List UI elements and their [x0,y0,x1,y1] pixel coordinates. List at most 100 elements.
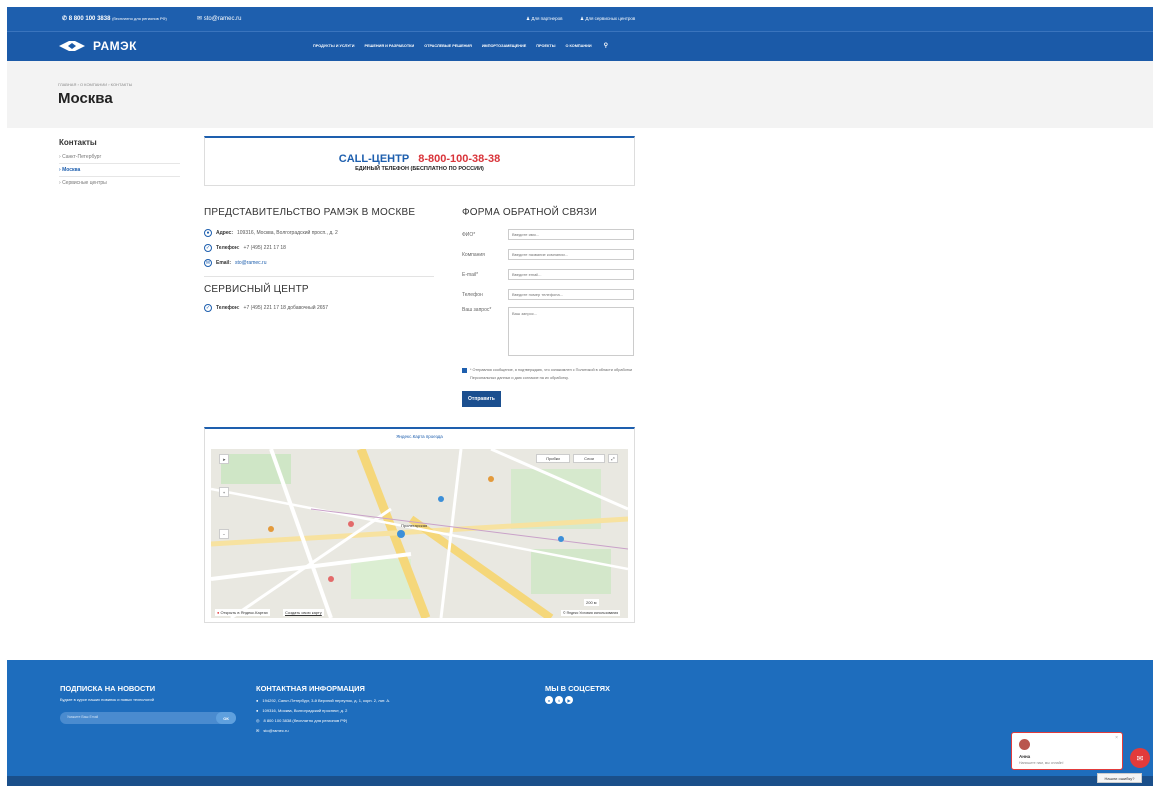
mail-icon: ✉ [256,728,260,733]
top-contact-bar: ✆ 8 800 100 3838 (бесплатно для регионов… [7,7,1153,31]
social-title: МЫ В СОЦСЕТЯХ [545,684,611,693]
map-box: Яндекс.Карта проезда ➤ + − Пробки Слои ⤢… [204,427,635,623]
sidebar-item-service-centers[interactable]: › Сервисные центры [59,177,180,189]
breadcrumb-contacts: КОНТАКТЫ [110,82,133,87]
footer-email[interactable]: ✉ sto@ramec.ru [256,728,390,733]
user-icon: ♟ [580,16,585,21]
newsletter-submit-button[interactable]: ОК [216,712,236,724]
office-address: ● Адрес: 109316, Москва, Волгоградский п… [204,229,434,237]
footer-phone[interactable]: ◎ 8 800 100 3838 (бесплатно для регионов … [256,718,390,723]
pin-icon: ● [256,698,259,703]
page-header: ГЛАВНАЯ › О КОМПАНИИ › КОНТАКТЫ Москва [7,61,1153,128]
office-title: ПРЕДСТАВИТЕЛЬСТВО РАМЭК В МОСКВЕ [204,207,416,218]
divider [204,276,434,277]
map-image [211,449,628,618]
create-map-link[interactable]: Создать свою карту [283,609,324,616]
footer-address-spb: ● 194292, Санкт-Петербург, 3-й Верхний пе… [256,698,391,703]
sidebar-item-spb[interactable]: › Санкт-Петербург [59,151,180,164]
pin-icon: ● [217,610,220,615]
nav-industry[interactable]: ОТРАСЛЕВЫЕ РЕШЕНИЯ [424,44,472,49]
top-phone[interactable]: ✆ 8 800 100 3838 (бесплатно для регионов… [62,15,167,22]
nav-solutions[interactable]: РЕШЕНИЯ И РАЗРАБОТКИ [364,44,414,49]
chat-message: Напишите нам, мы онлайн! [1019,761,1064,765]
mail-icon: ✉ [204,259,212,267]
main-navbar: РАМЭК ПРОДУКТЫ И УСЛУГИ РЕШЕНИЯ И РАЗРАБ… [7,31,1153,61]
form-title: ФОРМА ОБРАТНОЙ СВЯЗИ [462,207,598,218]
email-label: E-mail* [462,271,479,278]
whatsapp-icon: ◎ [256,718,260,723]
avatar [1019,739,1030,750]
request-textarea[interactable] [508,307,634,356]
phone-icon: ✓ [204,304,212,312]
footer-address-msk: ● 109316, Москва, Волгоградский проспект,… [256,708,348,713]
phone-label: Телефон [462,291,483,298]
request-label: Ваш запрос* [462,307,492,313]
zoom-out-button[interactable]: − [219,529,229,539]
layers-button[interactable]: Слои [573,454,605,463]
newsletter-title: ПОДПИСКА НА НОВОСТИ [60,684,156,693]
nav-products[interactable]: ПРОДУКТЫ И УСЛУГИ [313,44,354,49]
nav-about[interactable]: О КОМПАНИИ [565,44,591,49]
vk-icon[interactable]: v [545,696,553,704]
zoom-in-button[interactable]: + [219,487,229,497]
fio-input[interactable] [508,229,634,240]
chat-agent-name: Анна [1019,754,1031,759]
metro-label: Пролетарская [401,523,428,528]
pin-icon: ● [256,708,259,713]
consent-checkbox[interactable] [462,368,467,373]
traffic-button[interactable]: Пробки [536,454,570,463]
nav-projects[interactable]: ПРОЕКТЫ [536,44,555,49]
office-phone: ✓ Телефон: +7 (495) 221 17 18 [204,244,286,252]
brand-name: РАМЭК [93,39,137,53]
yandex-map[interactable]: ➤ + − Пробки Слои ⤢ Пролетарская ● Откры… [211,449,628,618]
phone-field[interactable] [508,289,634,300]
company-label: Компания [462,251,485,258]
sidebar-item-moscow[interactable]: › Москва [59,164,180,177]
callcenter-subtitle: ЕДИНЫЙ ТЕЛЕФОН (БЕСПЛАТНО ПО РОССИИ) [355,166,484,172]
chat-icon[interactable]: ✉ [1130,748,1150,768]
map-terms[interactable]: © Яндекс Условия использования [561,610,621,616]
open-yandex-link[interactable]: ● Открыть в Яндекс.Картах [215,609,270,616]
map-title: Яндекс.Карта проезда [396,434,443,439]
youtube-icon[interactable]: ▶ [565,696,573,704]
phone-icon: ✓ [204,244,212,252]
mail-icon: ✉ [197,16,203,22]
newsletter: ПОДПИСКА НА НОВОСТИ Будьте в курсе наших… [60,684,236,724]
breadcrumb-about[interactable]: О КОМПАНИИ [80,82,107,87]
location-arrow-icon[interactable]: ➤ [219,454,229,464]
location-icon: ● [204,229,212,237]
callcenter-label: CALL-ЦЕНТР [338,153,410,165]
phone-icon: ✆ [62,16,68,22]
submit-button[interactable]: Отправить [462,391,501,407]
callcenter-number[interactable]: 8-800-100-38-38 [418,153,500,165]
telegram-icon[interactable]: t [555,696,563,704]
company-input[interactable] [508,249,634,260]
partners-link[interactable]: ♟ Для партнеров [526,16,562,22]
logo[interactable]: РАМЭК [57,39,137,53]
breadcrumb-home[interactable]: ГЛАВНАЯ [58,82,76,87]
close-icon[interactable]: × [1115,735,1118,741]
sidebar: Контакты › Санкт-Петербург › Москва › Се… [59,138,180,189]
sidebar-title: Контакты [59,138,97,147]
consent-text: * Отправляя сообщение, я подтверждаю, чт… [470,368,633,380]
service-centers-link[interactable]: ♟ Для сервисных центров [580,16,635,22]
search-icon[interactable]: ⚲ [604,42,608,49]
user-icon: ♟ [526,16,531,21]
chat-popup[interactable]: × Анна Напишите нам, мы онлайн! [1011,732,1123,770]
report-error-button[interactable]: Нашли ошибку? [1097,773,1142,783]
map-scale: 200 м [584,599,599,606]
social: МЫ В СОЦСЕТЯХ v t ▶ [545,684,610,704]
email-field[interactable] [508,269,634,280]
office-email: ✉ Email: sto@ramec.ru [204,259,267,267]
breadcrumb: ГЛАВНАЯ › О КОМПАНИИ › КОНТАКТЫ [58,82,133,87]
office-info: ПРЕДСТАВИТЕЛЬСТВО РАМЭК В МОСКВЕ ● Адрес… [204,207,434,312]
newsletter-subtitle: Будьте в курсе наших новинок и новых тех… [60,697,154,702]
footer: ПОДПИСКА НА НОВОСТИ Будьте в курсе наших… [7,660,1153,776]
nav-import[interactable]: ИМПОРТОЗАМЕЩЕНИЕ [482,44,526,49]
callcenter-box: CALL-ЦЕНТР 8-800-100-38-38 ЕДИНЫЙ ТЕЛЕФО… [204,136,635,186]
newsletter-input[interactable]: Укажите Ваш Email ОК [60,712,236,724]
fullscreen-icon[interactable]: ⤢ [608,454,618,463]
top-email[interactable]: ✉ sto@ramec.ru [197,15,241,22]
contacts-title: КОНТАКТНАЯ ИНФОРМАЦИЯ [256,684,365,693]
consent: * Отправляя сообщение, я подтверждаю, чт… [462,366,637,382]
